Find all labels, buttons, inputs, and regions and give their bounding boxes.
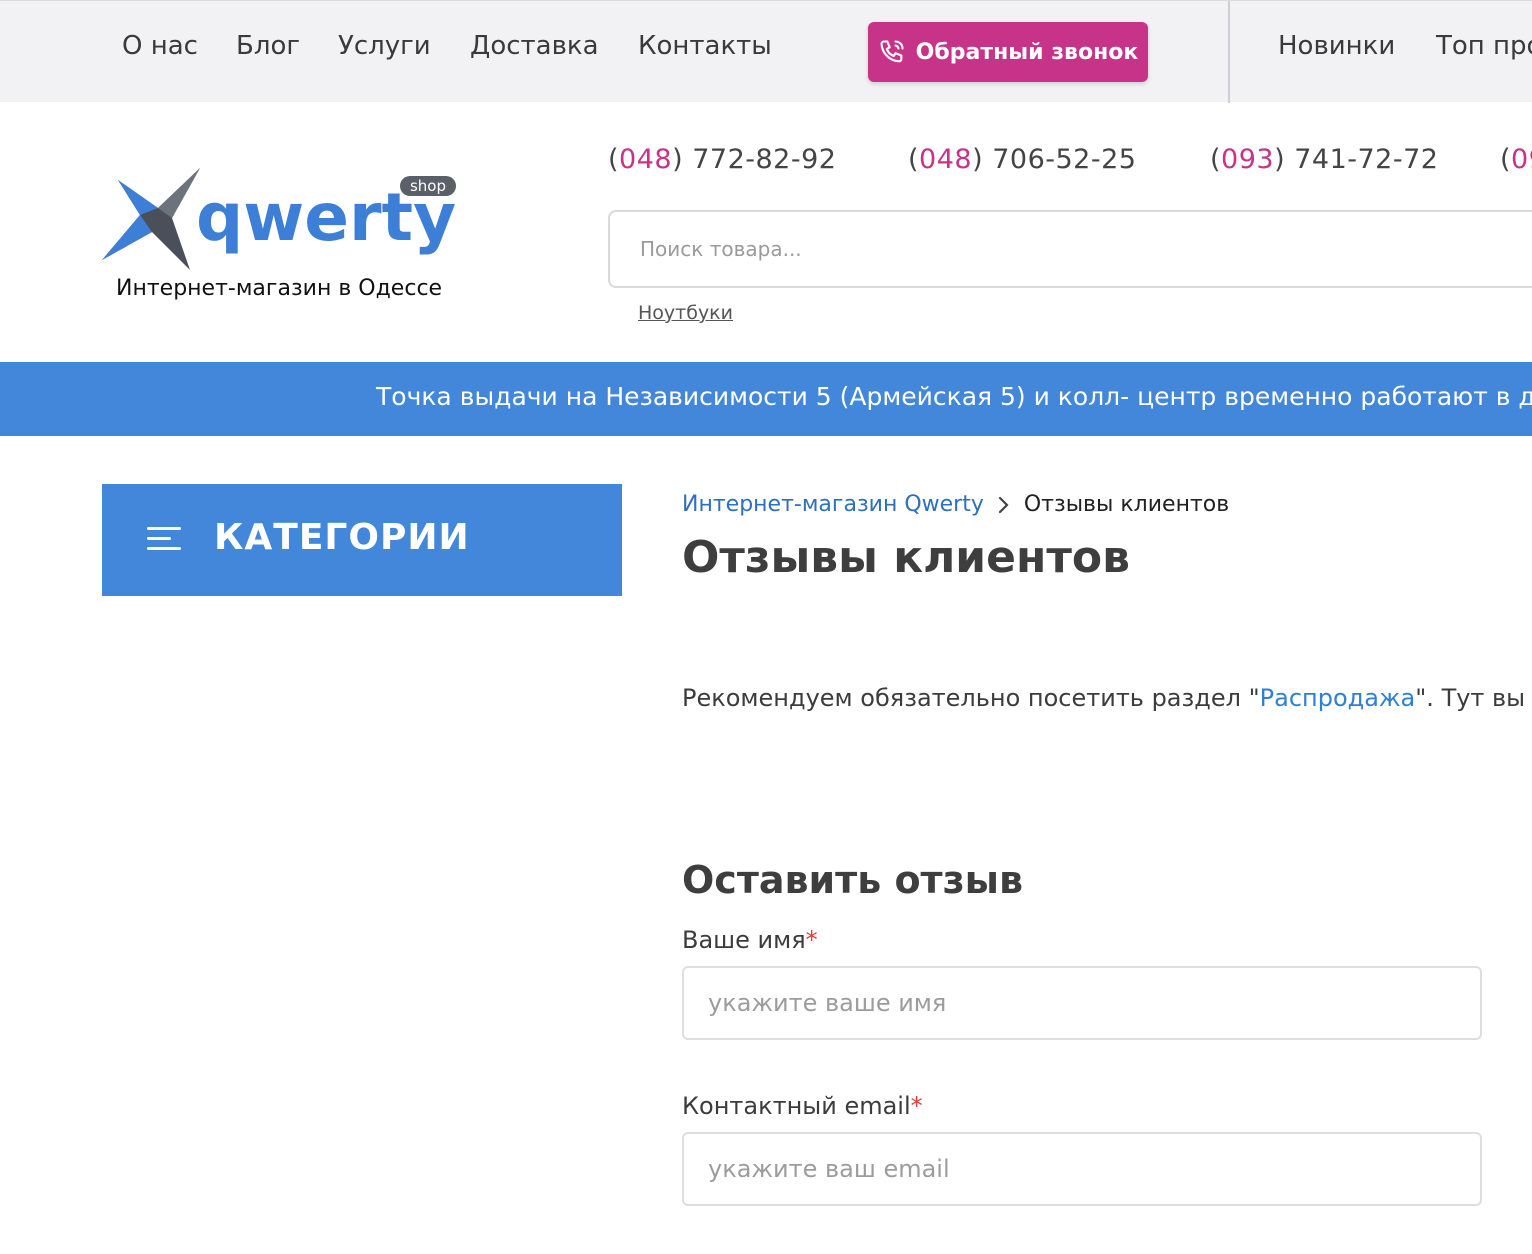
search-input[interactable] [640,212,1520,286]
callback-button[interactable]: Обратный звонок [868,22,1148,82]
nav-item-about[interactable]: О нас [122,31,198,61]
name-input[interactable] [708,968,1458,1038]
search-hint-link[interactable]: Ноутбуки [638,302,733,324]
top-nav-bar: О нас Блог Услуги Доставка Контакты Обра… [0,0,1532,103]
categories-label: КАТЕГОРИИ [214,517,470,558]
callback-label: Обратный звонок [915,39,1139,65]
phone-number[interactable]: (093) 741-72-72 [1210,144,1438,175]
categories-button[interactable]: КАТЕГОРИИ [102,484,622,596]
phone-number[interactable]: (048) 772-82-92 [608,144,836,175]
nav-divider [1228,1,1230,103]
breadcrumb-current: Отзывы клиентов [1023,492,1230,517]
phone-code: 048 [919,144,973,175]
breadcrumb-home-link[interactable]: Интернет-магазин Qwerty [682,492,984,517]
name-field-label: Ваше имя* [682,926,818,954]
promo-text-before: Рекомендуем обязательно посетить раздел … [682,684,1260,712]
logo-wordmark: qwerty [196,179,456,256]
nav-item-services[interactable]: Услуги [338,31,431,61]
announcement-bar: Точка выдачи на Независимости 5 (Армейск… [0,362,1532,436]
name-label-text: Ваше имя [682,926,806,954]
email-input[interactable] [708,1134,1458,1204]
phone-number[interactable]: (09 [1500,144,1532,175]
nav-item-contacts[interactable]: Контакты [638,31,772,61]
phone-digits: 706-52-25 [992,144,1137,175]
logo-x-icon: shop qwerty [102,168,456,270]
name-field-wrapper [682,966,1482,1040]
phone-code: 048 [619,144,673,175]
site-logo[interactable]: shop qwerty [100,160,460,280]
nav-item-new[interactable]: Новинки [1278,31,1395,61]
phone-code: 09 [1511,144,1532,175]
nav-item-delivery[interactable]: Доставка [470,31,599,61]
promo-text: Рекомендуем обязательно посетить раздел … [682,684,1532,712]
email-field-wrapper [682,1132,1482,1206]
nav-item-blog[interactable]: Блог [236,31,300,61]
search-box [608,210,1532,288]
email-field-label: Контактный email* [682,1092,923,1120]
phone-digits: 741-72-72 [1294,144,1439,175]
phone-icon [880,40,904,63]
logo-subtitle: Интернет-магазин в Одессе [116,276,443,301]
required-mark: * [910,1092,923,1120]
sale-link[interactable]: Распродажа [1260,684,1416,712]
phone-code: 093 [1221,144,1275,175]
chevron-right-icon [998,496,1009,513]
breadcrumb: Интернет-магазин Qwerty Отзывы клиентов [682,492,1229,517]
announcement-text: Точка выдачи на Независимости 5 (Армейск… [376,382,1532,411]
page-title: Отзывы клиентов [682,532,1130,583]
phone-number[interactable]: (048) 706-52-25 [908,144,1136,175]
promo-text-after: ". Тут вы вс [1415,684,1532,712]
review-form-title: Оставить отзыв [682,858,1024,902]
phone-digits: 772-82-92 [692,144,837,175]
menu-icon [147,527,183,553]
nav-item-top-products[interactable]: Топ про [1436,31,1532,61]
email-label-text: Контактный email [682,1092,911,1120]
required-mark: * [805,926,818,954]
